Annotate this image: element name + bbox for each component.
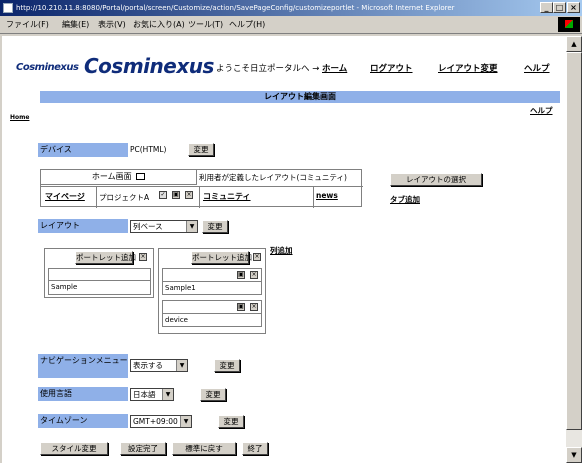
add-tab-link[interactable]: タブ追加	[390, 194, 420, 205]
chevron-down-icon: ▼	[180, 416, 191, 427]
portlet-sample1: Sample1	[165, 284, 196, 292]
language-select-value: 日本語	[133, 390, 156, 399]
timezone-label: タイムゾーン	[38, 414, 128, 428]
language-select[interactable]: 日本語 ▼	[130, 388, 174, 401]
tabs-table: ホーム画面 利用者が定義したレイアウト(コミュニティ) マイページ プロジェクト…	[40, 169, 363, 208]
layout-column-2: ポートレット追加 × ▣ × Sample1 ▣ × device	[158, 248, 266, 334]
layout-select-value: 列ベース	[133, 222, 163, 231]
style-change-button[interactable]: スタイル変更	[40, 442, 108, 455]
logo-small: Cosminexus	[16, 62, 79, 73]
device-label: デバイス	[38, 143, 128, 157]
maximize-button[interactable]: □	[553, 2, 566, 13]
home-screen-header: ホーム画面	[41, 170, 197, 185]
menu-view[interactable]: 表示(V)	[98, 19, 126, 30]
portlet-device: device	[165, 316, 188, 324]
select-layout-button[interactable]: レイアウトの選択	[390, 173, 482, 186]
layout-change-link[interactable]: レイアウト変更	[438, 62, 498, 74]
user-defined-header: 利用者が定義したレイアウト(コミュニティ)	[199, 173, 347, 182]
edit-icon	[136, 173, 146, 180]
timezone-select-value: GMT+09:00	[133, 417, 178, 426]
menu-help[interactable]: ヘルプ(H)	[229, 19, 265, 30]
windows-logo-icon	[558, 17, 580, 32]
scroll-up-button[interactable]: ▲	[566, 36, 582, 52]
window-title: http://10.210.11.8:8080/Portal/portal/sc…	[16, 4, 455, 12]
portlet-box: Sample	[48, 268, 151, 295]
portlet-box: ▣ × Sample1	[162, 268, 262, 295]
timezone-change-button[interactable]: 変更	[218, 415, 244, 428]
tab-news[interactable]: news	[316, 191, 338, 200]
device-value: PC(HTML)	[130, 145, 167, 154]
minimize-button[interactable]: _	[540, 2, 553, 13]
navigation-label: ナビゲーションメニュー	[38, 354, 128, 378]
timezone-select[interactable]: GMT+09:00 ▼	[130, 415, 192, 428]
close-column-icon[interactable]: ×	[253, 253, 261, 261]
device-change-button[interactable]: 変更	[188, 143, 214, 156]
vertical-scrollbar[interactable]: ▲ ▼	[566, 36, 582, 463]
add-portlet-button-2[interactable]: ポートレット追加	[191, 251, 252, 264]
settings-complete-button[interactable]: 設定完了	[120, 442, 166, 455]
language-change-button[interactable]: 変更	[200, 388, 226, 401]
page-help-link[interactable]: ヘルプ	[530, 105, 553, 116]
navigation-select[interactable]: 表示する ▼	[130, 359, 188, 372]
menu-tools[interactable]: ツール(T)	[188, 19, 223, 30]
chevron-down-icon: ▼	[176, 360, 187, 371]
tab-project-a[interactable]: プロジェクトA	[99, 192, 149, 203]
scroll-thumb[interactable]	[566, 52, 582, 430]
window-title-bar: http://10.210.11.8:8080/Portal/portal/sc…	[0, 0, 582, 16]
menu-bar: ファイル(F) 編集(E) 表示(V) お気に入り(A) ツール(T) ヘルプ(…	[0, 16, 582, 34]
menu-edit[interactable]: 編集(E)	[62, 19, 89, 30]
portlet-sample: Sample	[51, 283, 78, 291]
close-column-icon[interactable]: ×	[139, 253, 147, 261]
page-content: Cosminexus Cosminexus ようこそ日立ポータルへ → ホーム …	[2, 36, 566, 463]
layout-change-button[interactable]: 変更	[202, 220, 228, 233]
layout-label: レイアウト	[38, 219, 128, 233]
page-title: レイアウト編集画面	[40, 91, 560, 103]
portlet-box: ▣ × device	[162, 300, 262, 327]
reset-default-button[interactable]: 標準に戻す	[172, 442, 236, 455]
chevron-down-icon: ▼	[186, 221, 197, 232]
logo-large: Cosminexus	[84, 54, 214, 78]
close-icon[interactable]: ×	[250, 303, 258, 311]
layout-column-1: ポートレット追加 × Sample	[44, 248, 154, 298]
close-icon[interactable]: ×	[185, 191, 193, 199]
add-column-link[interactable]: 列追加	[270, 245, 293, 256]
menu-favorites[interactable]: お気に入り(A)	[133, 19, 185, 30]
tab-community[interactable]: コミュニティ	[203, 191, 251, 202]
settings-icon[interactable]: ▣	[237, 271, 245, 279]
add-portlet-button-1[interactable]: ポートレット追加	[75, 251, 136, 264]
ie-icon	[3, 3, 13, 13]
tab-my-page[interactable]: マイページ	[45, 191, 85, 202]
navigation-select-value: 表示する	[133, 361, 163, 370]
home-breadcrumb-link[interactable]: Home	[10, 114, 29, 121]
exit-button[interactable]: 終了	[242, 442, 268, 455]
language-label: 使用言語	[38, 387, 128, 401]
settings-icon[interactable]: ▣	[237, 303, 245, 311]
close-icon[interactable]: ×	[250, 271, 258, 279]
settings-icon[interactable]: ▣	[172, 191, 180, 199]
navigation-change-button[interactable]: 変更	[214, 359, 240, 372]
menu-file[interactable]: ファイル(F)	[6, 19, 49, 30]
scroll-down-button[interactable]: ▼	[566, 447, 582, 463]
close-button[interactable]: ×	[567, 2, 580, 13]
home-link[interactable]: ホーム	[322, 62, 347, 74]
welcome-text: ようこそ日立ポータルへ →	[216, 64, 320, 74]
help-link[interactable]: ヘルプ	[524, 62, 550, 74]
layout-select[interactable]: 列ベース ▼	[130, 220, 198, 233]
home-screen-label: ホーム画面	[91, 172, 132, 181]
check-icon[interactable]: ✓	[159, 191, 167, 199]
logout-link[interactable]: ログアウト	[370, 62, 413, 74]
chevron-down-icon: ▼	[162, 389, 173, 400]
